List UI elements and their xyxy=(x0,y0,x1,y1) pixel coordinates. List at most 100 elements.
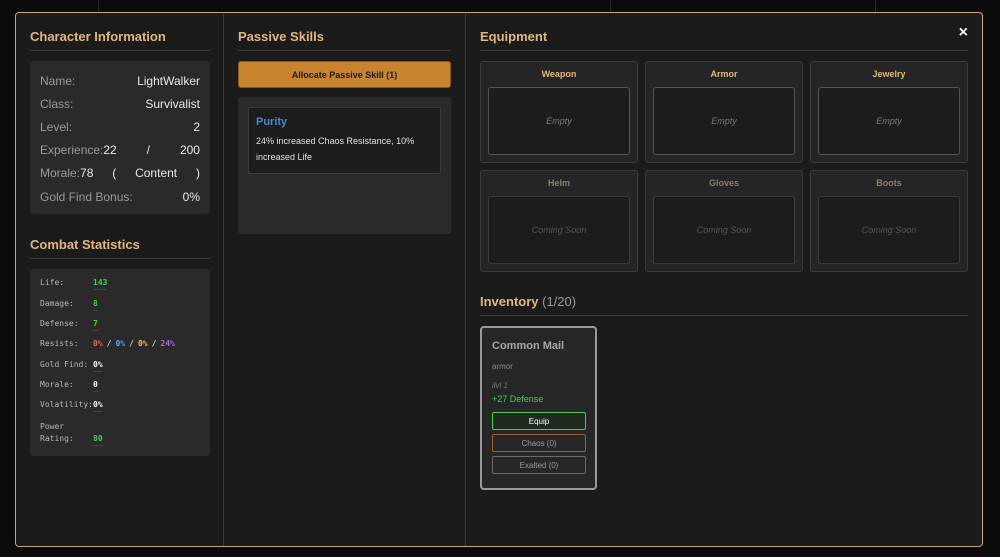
experience-value: 22 / 200 xyxy=(103,143,200,157)
experience-current: 22 xyxy=(103,143,117,158)
power-label-line2: Rating: xyxy=(40,433,74,443)
name-row: Name: LightWalker xyxy=(40,69,200,92)
class-value: Survivalist xyxy=(145,96,200,111)
stat-value: 0% xyxy=(93,399,103,413)
stat-label: Resists: xyxy=(40,339,79,349)
experience-row: Experience: 22 / 200 xyxy=(40,139,200,162)
allocate-passive-button[interactable]: Allocate Passive Skill (1) xyxy=(238,61,451,88)
stat-value: 143 xyxy=(93,277,108,291)
morale-close-paren: ) xyxy=(195,166,200,181)
equip-button[interactable]: Equip xyxy=(492,412,586,430)
passive-column: Passive Skills Allocate Passive Skill (1… xyxy=(224,13,466,546)
experience-label: Experience: xyxy=(40,143,104,158)
stat-label: Defense: xyxy=(40,318,79,328)
slot-weapon[interactable]: Weapon Empty xyxy=(480,61,638,163)
skill-card: Purity 24% increased Chaos Resistance, 1… xyxy=(248,107,441,174)
class-row: Class: Survivalist xyxy=(40,92,200,115)
resist-separator: / xyxy=(129,339,134,349)
stat-damage: Damage: 8 xyxy=(40,298,200,318)
stat-label: Damage: xyxy=(40,298,74,308)
chaos-button[interactable]: Chaos (0) xyxy=(492,434,586,452)
slot-content: Coming Soon xyxy=(488,196,630,264)
morale-number: 78 xyxy=(80,166,94,181)
inventory-title: Inventory (1/20) xyxy=(480,294,968,316)
stat-value: 0 xyxy=(93,379,98,393)
passive-skills-panel: Purity 24% increased Chaos Resistance, 1… xyxy=(238,97,451,234)
resist-separator: / xyxy=(106,339,112,349)
character-info-title: Character Information xyxy=(30,29,210,51)
stat-label: Morale: xyxy=(40,380,74,390)
slot-label: Boots xyxy=(876,178,902,188)
character-column: Character Information Name: LightWalker … xyxy=(16,13,224,546)
passive-skills-title: Passive Skills xyxy=(238,29,451,51)
level-value: 2 xyxy=(193,119,200,134)
slot-content: Empty xyxy=(653,87,795,155)
morale-open-paren: ( xyxy=(112,166,117,181)
morale-label: Morale: xyxy=(40,166,81,181)
name-label: Name: xyxy=(40,73,76,88)
stat-morale: Morale: 0 xyxy=(40,379,200,399)
exalted-button[interactable]: Exalted (0) xyxy=(492,456,586,474)
power-label-line1: Power xyxy=(40,421,65,431)
class-label: Class: xyxy=(40,96,74,111)
equipment-grid: Weapon Empty Armor Empty Jewelry Empty H… xyxy=(480,61,968,272)
item-type: armor xyxy=(492,362,513,371)
stat-label: Volatility: xyxy=(40,400,93,410)
item-name: Common Mail xyxy=(492,340,565,352)
stat-label: Life: xyxy=(40,278,65,288)
combat-stats-title: Combat Statistics xyxy=(30,237,210,260)
morale-row: Morale: 78 ( Content ) xyxy=(40,162,200,185)
slot-label: Helm xyxy=(547,178,570,188)
stat-resists: Resists: 0%/0%/0%/24% xyxy=(40,338,200,358)
slot-jewelry[interactable]: Jewelry Empty xyxy=(810,61,968,163)
item-modifier: +27 Defense xyxy=(492,394,544,404)
slot-content: Coming Soon xyxy=(653,196,795,264)
slot-label: Jewelry xyxy=(872,69,906,79)
inventory-count: (1/20) xyxy=(542,294,577,309)
combat-stats-box: Life: 143 Damage: 8 Defense: 7 Resists: … xyxy=(30,269,210,456)
level-label: Level: xyxy=(40,119,73,134)
inventory-item-card[interactable]: Common Mail armor ilvl 1 +27 Defense Equ… xyxy=(480,326,597,490)
cold-resist: 0% xyxy=(115,339,126,349)
stat-life: Life: 143 xyxy=(40,277,200,297)
character-info-box: Name: LightWalker Class: Survivalist Lev… xyxy=(30,61,210,215)
morale-value: 78 ( Content ) xyxy=(80,166,200,180)
morale-state: Content xyxy=(135,166,178,181)
lightning-resist: 0% xyxy=(137,339,148,349)
slot-content: Empty xyxy=(488,87,630,155)
equipment-column: Equipment Weapon Empty Armor Empty Jewel… xyxy=(466,13,982,546)
stat-value: 80 xyxy=(93,433,103,446)
stat-defense: Defense: 7 xyxy=(40,318,200,338)
stat-gold-find: Gold Find: 0% xyxy=(40,359,200,379)
gold-find-value: 0% xyxy=(182,189,200,204)
slot-armor[interactable]: Armor Empty xyxy=(645,61,803,163)
slot-gloves: Gloves Coming Soon xyxy=(645,170,803,272)
experience-max: 200 xyxy=(179,143,200,158)
item-level: ilvl 1 xyxy=(492,381,509,390)
skill-name: Purity xyxy=(256,116,288,128)
equipment-title: Equipment xyxy=(480,29,968,51)
slot-label: Gloves xyxy=(708,178,739,188)
stat-label: Gold Find: xyxy=(40,359,89,369)
name-value: LightWalker xyxy=(137,73,200,88)
gold-find-label: Gold Find Bonus: xyxy=(40,189,133,204)
stat-value: 0% xyxy=(93,359,103,372)
slot-label: Armor xyxy=(710,69,738,79)
resist-separator: / xyxy=(151,339,157,349)
experience-separator: / xyxy=(146,143,151,158)
slot-content: Empty xyxy=(818,87,960,155)
stat-value: 8 xyxy=(93,298,98,311)
fire-resist: 0% xyxy=(93,339,103,349)
stat-power-rating: Power Rating: 80 xyxy=(40,421,200,446)
gold-find-row: Gold Find Bonus: 0% xyxy=(40,185,200,208)
slot-boots: Boots Coming Soon xyxy=(810,170,968,272)
slot-helm: Helm Coming Soon xyxy=(480,170,638,272)
stat-value: 7 xyxy=(93,318,98,331)
slot-label: Weapon xyxy=(541,69,577,79)
character-modal: × Character Information Name: LightWalke… xyxy=(15,12,983,547)
level-row: Level: 2 xyxy=(40,115,200,138)
resists-values: 0%/0%/0%/24% xyxy=(93,338,175,350)
skill-description: 24% increased Chaos Resistance, 10% incr… xyxy=(256,136,415,162)
stat-volatility: Volatility: 0% xyxy=(40,399,200,419)
chaos-resist: 24% xyxy=(160,339,175,349)
